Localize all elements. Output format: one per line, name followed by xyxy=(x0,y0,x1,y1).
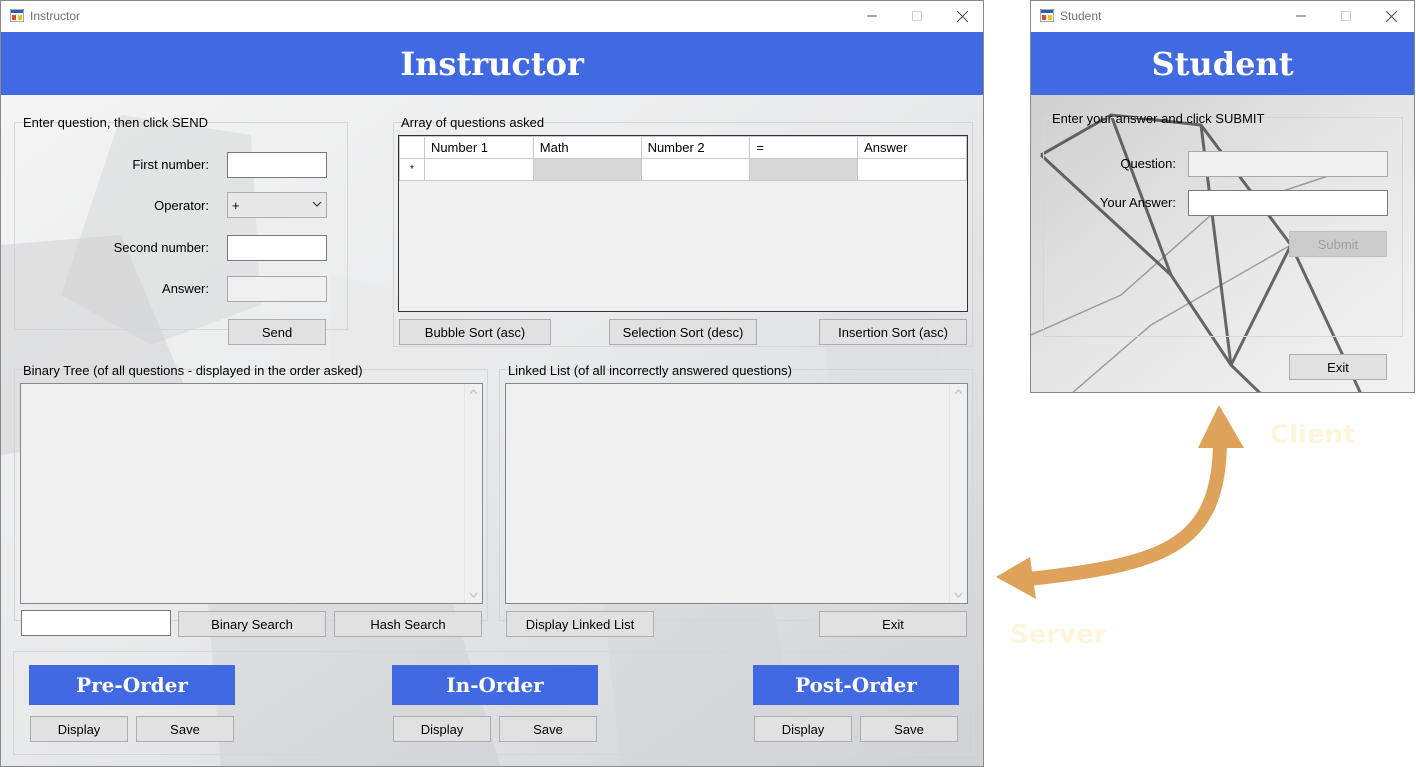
minimize-button[interactable] xyxy=(849,1,895,31)
close-icon xyxy=(956,10,968,22)
client-label: Client xyxy=(1270,420,1356,450)
column-header[interactable]: Number 1 xyxy=(423,136,534,159)
operator-label: Operator: xyxy=(154,198,209,213)
maximize-icon xyxy=(1341,11,1351,21)
answer-label: Answer: xyxy=(162,281,209,296)
scroll-up-icon[interactable] xyxy=(465,384,482,401)
instructor-titlebar: Instructor xyxy=(1,1,983,31)
instructor-window: Instructor Instructor Enter question, th… xyxy=(0,0,984,767)
form-app-icon xyxy=(10,9,24,22)
scroll-down-icon[interactable] xyxy=(950,586,967,603)
post-order-save-button[interactable]: Save xyxy=(860,716,958,742)
column-header[interactable]: Math xyxy=(532,136,642,159)
window-title: Student xyxy=(1060,9,1102,23)
form-app-icon xyxy=(1040,9,1054,22)
second-number-input[interactable] xyxy=(227,235,327,261)
server-label: Server xyxy=(1010,620,1107,650)
first-number-input[interactable] xyxy=(227,152,327,178)
instructor-client-area: Enter question, then click SEND First nu… xyxy=(1,95,983,766)
student-client-area: Enter your answer and click SUBMIT Quest… xyxy=(1031,95,1414,392)
exit-button[interactable]: Exit xyxy=(1289,354,1387,380)
send-button[interactable]: Send xyxy=(228,319,326,345)
grid-cell[interactable] xyxy=(640,158,751,181)
client-server-arrow xyxy=(996,405,1244,599)
questions-table: Number 1 Math Number 2 = Answer * xyxy=(399,136,967,181)
exit-button[interactable]: Exit xyxy=(819,611,967,637)
minimize-icon xyxy=(1296,15,1306,17)
question-group-label: Enter question, then click SEND xyxy=(23,115,208,130)
row-header[interactable]: * xyxy=(399,158,425,181)
maximize-button[interactable] xyxy=(1323,1,1369,31)
post-order-display-button[interactable]: Display xyxy=(754,716,852,742)
linked-list-listbox[interactable] xyxy=(505,383,968,604)
grid-cell xyxy=(532,158,642,181)
pre-order-save-button[interactable]: Save xyxy=(136,716,234,742)
binary-tree-group-label: Binary Tree (of all questions - displaye… xyxy=(23,363,363,378)
answer-group-label: Enter your answer and click SUBMIT xyxy=(1052,111,1265,126)
binary-search-button[interactable]: Binary Search xyxy=(178,611,326,637)
question-label: Question: xyxy=(1120,156,1176,171)
binary-tree-listbox[interactable] xyxy=(20,383,483,604)
close-icon xyxy=(1385,10,1397,22)
answer-group xyxy=(1043,117,1403,337)
grid-header-row: Number 1 Math Number 2 = Answer xyxy=(399,136,967,159)
answer-output xyxy=(227,276,327,302)
bubble-sort-button[interactable]: Bubble Sort (asc) xyxy=(399,319,551,345)
student-window: Student Student Enter your answer and cl… xyxy=(1030,0,1415,393)
column-header[interactable]: Number 2 xyxy=(640,136,751,159)
array-group-label: Array of questions asked xyxy=(401,115,545,130)
first-number-label: First number: xyxy=(132,157,209,172)
window-title: Instructor xyxy=(30,9,81,23)
selection-sort-button[interactable]: Selection Sort (desc) xyxy=(609,319,757,345)
questions-grid[interactable]: Number 1 Math Number 2 = Answer * xyxy=(398,135,968,312)
your-answer-input[interactable] xyxy=(1188,190,1388,216)
arrow-head-top xyxy=(1198,405,1244,448)
question-output xyxy=(1188,151,1388,177)
scroll-up-icon[interactable] xyxy=(950,384,967,401)
vertical-scrollbar[interactable] xyxy=(464,384,482,603)
in-order-display-button[interactable]: Display xyxy=(393,716,491,742)
your-answer-label: Your Answer: xyxy=(1099,195,1176,210)
operator-value: + xyxy=(232,198,240,213)
scroll-down-icon[interactable] xyxy=(465,586,482,603)
linked-list-group-label: Linked List (of all incorrectly answered… xyxy=(508,363,792,378)
grid-corner xyxy=(399,136,425,159)
close-button[interactable] xyxy=(1368,1,1414,31)
close-button[interactable] xyxy=(939,1,983,31)
second-number-label: Second number: xyxy=(113,240,209,255)
grid-new-row: * xyxy=(399,158,967,181)
operator-select[interactable]: + xyxy=(227,192,327,218)
instructor-banner: Instructor xyxy=(1,32,983,95)
grid-cell xyxy=(749,158,859,181)
in-order-button[interactable]: In-Order xyxy=(392,665,598,705)
minimize-icon xyxy=(867,15,877,17)
column-header[interactable]: = xyxy=(749,136,859,159)
display-linked-list-button[interactable]: Display Linked List xyxy=(506,611,654,637)
minimize-button[interactable] xyxy=(1278,1,1324,31)
hash-search-button[interactable]: Hash Search xyxy=(334,611,482,637)
maximize-icon xyxy=(912,11,922,21)
column-header[interactable]: Answer xyxy=(857,136,967,159)
submit-button[interactable]: Submit xyxy=(1289,231,1387,257)
student-banner: Student xyxy=(1031,32,1414,95)
search-input[interactable] xyxy=(21,610,171,636)
in-order-save-button[interactable]: Save xyxy=(499,716,597,742)
maximize-button[interactable] xyxy=(894,1,940,31)
pre-order-button[interactable]: Pre-Order xyxy=(29,665,235,705)
vertical-scrollbar[interactable] xyxy=(949,384,967,603)
chevron-down-icon xyxy=(312,201,322,207)
grid-cell[interactable] xyxy=(423,158,534,181)
arrow-curve xyxy=(1013,433,1227,587)
student-titlebar: Student xyxy=(1031,1,1414,31)
grid-cell[interactable] xyxy=(857,158,967,181)
insertion-sort-button[interactable]: Insertion Sort (asc) xyxy=(819,319,967,345)
arrow-head-left xyxy=(996,557,1036,599)
post-order-button[interactable]: Post-Order xyxy=(753,665,959,705)
pre-order-display-button[interactable]: Display xyxy=(30,716,128,742)
